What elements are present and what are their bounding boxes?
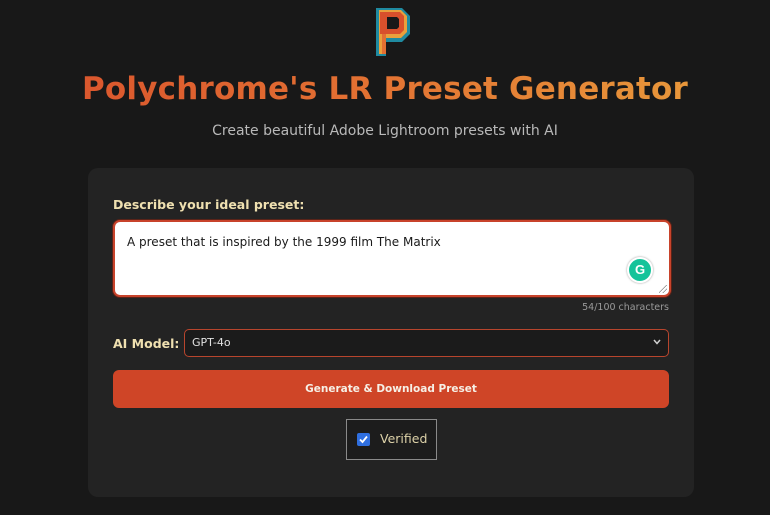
character-count: 54/100 characters (582, 302, 669, 313)
grammarly-icon[interactable] (627, 257, 653, 283)
preset-form-card: Describe your ideal preset: A preset tha… (88, 168, 694, 497)
verified-checkbox[interactable] (357, 433, 370, 446)
page-title: Polychrome's LR Preset Generator (0, 68, 770, 110)
verified-label: Verified (380, 431, 428, 446)
generate-download-button[interactable]: Generate & Download Preset (113, 370, 669, 408)
verified-checkbox-container[interactable]: Verified (346, 419, 437, 460)
model-label: AI Model: (113, 336, 180, 351)
polychrome-logo-icon (376, 8, 410, 56)
page: Polychrome's LR Preset Generator Create … (0, 0, 770, 515)
description-label: Describe your ideal preset: (113, 197, 305, 212)
description-text: A preset that is inspired by the 1999 fi… (127, 235, 441, 249)
page-subtitle: Create beautiful Adobe Lightroom presets… (212, 123, 558, 139)
check-icon (359, 435, 368, 444)
model-select-value: GPT-4o (192, 336, 231, 349)
chevron-down-icon (653, 339, 661, 345)
resize-handle[interactable] (659, 285, 667, 293)
description-textarea[interactable]: A preset that is inspired by the 1999 fi… (113, 220, 671, 297)
model-select[interactable]: GPT-4o (184, 329, 669, 357)
